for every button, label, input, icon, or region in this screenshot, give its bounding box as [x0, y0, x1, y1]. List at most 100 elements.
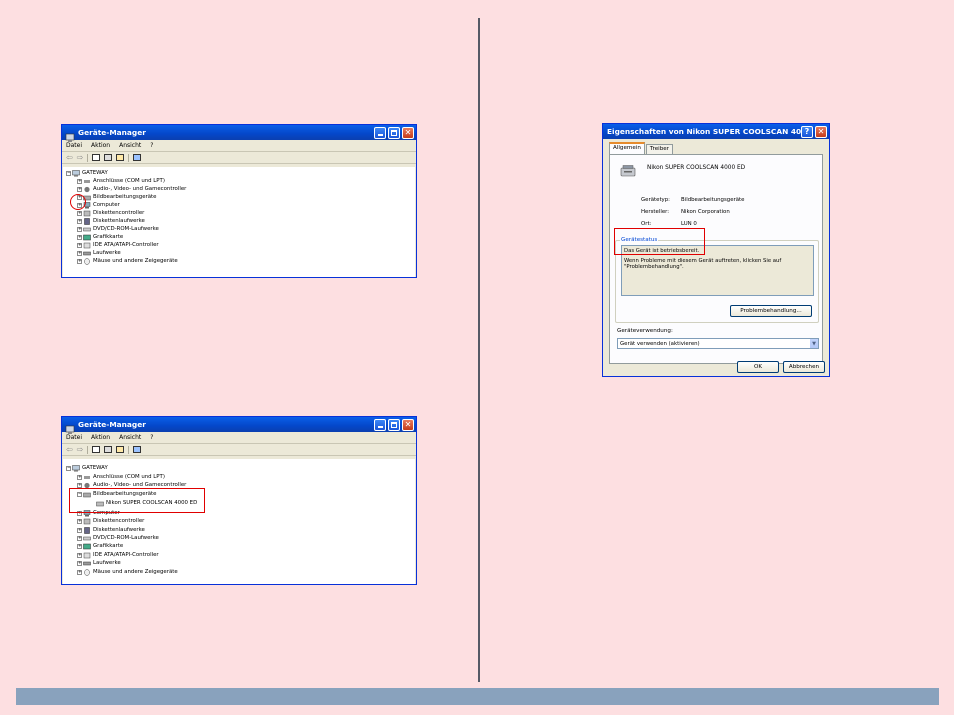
- minimize-button[interactable]: [374, 126, 386, 139]
- tree-item-label: Mäuse und andere Zeigegeräte: [93, 258, 178, 264]
- usage-select-value: Gerät verwenden (aktivieren): [620, 340, 700, 347]
- toolbar: ⇦ ⇨: [62, 444, 416, 456]
- properties-icon[interactable]: [92, 446, 101, 453]
- minimize-button[interactable]: [374, 418, 386, 431]
- tab-allgemein[interactable]: Allgemein: [609, 142, 645, 154]
- menu-help[interactable]: ?: [150, 434, 153, 441]
- tree-item[interactable]: + Diskettenlaufwerke: [77, 526, 145, 534]
- tree-item[interactable]: + Audio-, Video- und Gamecontroller: [77, 185, 186, 193]
- toolbar-separator: [87, 445, 89, 454]
- tree-item[interactable]: + IDE ATA/ATAPI-Controller: [77, 551, 159, 559]
- close-button[interactable]: ✕: [402, 418, 414, 431]
- collapse-toggle[interactable]: −: [66, 170, 71, 176]
- help-button[interactable]: ?: [801, 125, 813, 138]
- expand-toggle[interactable]: +: [77, 218, 82, 224]
- help-icon[interactable]: [116, 446, 125, 453]
- print-icon[interactable]: [104, 154, 113, 161]
- expand-toggle[interactable]: +: [77, 226, 82, 232]
- back-arrow-icon[interactable]: ⇦: [66, 153, 73, 162]
- close-button[interactable]: ✕: [402, 126, 414, 139]
- expand-toggle[interactable]: +: [77, 234, 82, 240]
- expand-toggle[interactable]: +: [77, 258, 82, 264]
- maximize-button[interactable]: [388, 126, 400, 139]
- display-adapter-icon: [83, 234, 91, 241]
- menu-datei[interactable]: Datei: [66, 434, 82, 441]
- scan-hardware-icon[interactable]: [133, 446, 142, 453]
- properties-icon[interactable]: [92, 154, 101, 161]
- dialog-titlebar[interactable]: Eigenschaften von Nikon SUPER COOLSCAN 4…: [603, 124, 829, 139]
- expand-toggle[interactable]: +: [77, 535, 82, 541]
- ok-button[interactable]: OK: [737, 361, 779, 373]
- cancel-button[interactable]: Abbrechen: [783, 361, 825, 373]
- tree-item[interactable]: + DVD/CD-ROM-Laufwerke: [77, 225, 159, 233]
- menu-bar: Datei Aktion Ansicht ?: [62, 140, 416, 152]
- tree-item[interactable]: + IDE ATA/ATAPI-Controller: [77, 241, 159, 249]
- computer-icon: [72, 169, 80, 177]
- window-title: Geräte-Manager: [78, 128, 146, 137]
- ide-controller-icon: [83, 242, 91, 249]
- expand-toggle[interactable]: +: [77, 518, 82, 524]
- tree-item[interactable]: + Anschlüsse (COM und LPT): [77, 177, 165, 185]
- usage-select[interactable]: Gerät verwenden (aktivieren) ▼: [617, 338, 819, 349]
- collapse-toggle[interactable]: −: [66, 465, 71, 471]
- tree-item[interactable]: + Anschlüsse (COM und LPT): [77, 473, 165, 481]
- expand-toggle[interactable]: +: [77, 210, 82, 216]
- tree-item[interactable]: + Grafikkarte: [77, 542, 123, 550]
- tree-root[interactable]: − GATEWAY: [66, 464, 108, 472]
- menu-help[interactable]: ?: [150, 142, 153, 149]
- print-icon[interactable]: [104, 446, 113, 453]
- mouse-icon: [83, 257, 91, 265]
- maximize-button[interactable]: [388, 418, 400, 431]
- toolbar-separator: [128, 153, 130, 162]
- expand-toggle[interactable]: +: [77, 527, 82, 533]
- scan-hardware-icon[interactable]: [133, 154, 142, 161]
- tree-item-label: Computer: [93, 202, 120, 208]
- tree-item[interactable]: + Grafikkarte: [77, 233, 123, 241]
- menu-aktion[interactable]: Aktion: [91, 142, 110, 149]
- menu-ansicht[interactable]: Ansicht: [119, 142, 141, 149]
- usage-label: Geräteverwendung:: [617, 328, 673, 334]
- tree-item[interactable]: + Mäuse und andere Zeigegeräte: [77, 257, 178, 265]
- tree-item-label: Diskettencontroller: [93, 210, 145, 216]
- window-titlebar[interactable]: Geräte-Manager ✕: [62, 125, 416, 142]
- menu-datei[interactable]: Datei: [66, 142, 82, 149]
- tree-item[interactable]: + Diskettencontroller: [77, 517, 144, 525]
- ide-controller-icon: [83, 552, 91, 559]
- troubleshoot-button[interactable]: Problembehandlung...: [730, 305, 812, 317]
- manufacturer-value: Nikon Corporation: [681, 209, 730, 215]
- tree-item[interactable]: + DVD/CD-ROM-Laufwerke: [77, 534, 159, 542]
- expand-toggle[interactable]: +: [77, 543, 82, 549]
- close-button[interactable]: ✕: [815, 125, 827, 138]
- tree-item[interactable]: + Laufwerke: [77, 249, 121, 257]
- help-icon[interactable]: [116, 154, 125, 161]
- tree-item-label: DVD/CD-ROM-Laufwerke: [93, 535, 159, 541]
- expand-toggle[interactable]: +: [77, 569, 82, 575]
- expand-toggle[interactable]: +: [77, 242, 82, 248]
- chevron-down-icon[interactable]: ▼: [809, 339, 818, 348]
- expand-toggle[interactable]: +: [77, 474, 82, 480]
- expand-toggle[interactable]: +: [77, 552, 82, 558]
- tab-treiber[interactable]: Treiber: [645, 144, 673, 154]
- expand-toggle[interactable]: +: [77, 178, 82, 184]
- expand-toggle[interactable]: +: [77, 186, 82, 192]
- window-titlebar[interactable]: Geräte-Manager ✕: [62, 417, 416, 434]
- back-arrow-icon[interactable]: ⇦: [66, 445, 73, 454]
- menu-ansicht[interactable]: Ansicht: [119, 434, 141, 441]
- tree-root[interactable]: − GATEWAY: [66, 169, 108, 177]
- tree-item-label: DVD/CD-ROM-Laufwerke: [93, 226, 159, 232]
- tree-item[interactable]: + Laufwerke: [77, 559, 121, 567]
- toolbar-separator: [128, 445, 130, 454]
- forward-arrow-icon[interactable]: ⇨: [77, 153, 84, 162]
- tree-item-label: Laufwerke: [93, 560, 121, 566]
- expand-toggle[interactable]: +: [77, 482, 82, 488]
- tree-item[interactable]: + Diskettenlaufwerke: [77, 217, 145, 225]
- expand-toggle[interactable]: +: [77, 560, 82, 566]
- tree-item[interactable]: + Diskettencontroller: [77, 209, 144, 217]
- device-name: Nikon SUPER COOLSCAN 4000 ED: [647, 165, 746, 171]
- prop-manufacturer: Hersteller: Nikon Corporation: [641, 209, 730, 215]
- menu-aktion[interactable]: Aktion: [91, 434, 110, 441]
- expand-toggle[interactable]: +: [77, 250, 82, 256]
- tree-item[interactable]: + Bildbearbeitungsgeräte: [77, 193, 156, 201]
- forward-arrow-icon[interactable]: ⇨: [77, 445, 84, 454]
- tree-item[interactable]: + Mäuse und andere Zeigegeräte: [77, 568, 178, 576]
